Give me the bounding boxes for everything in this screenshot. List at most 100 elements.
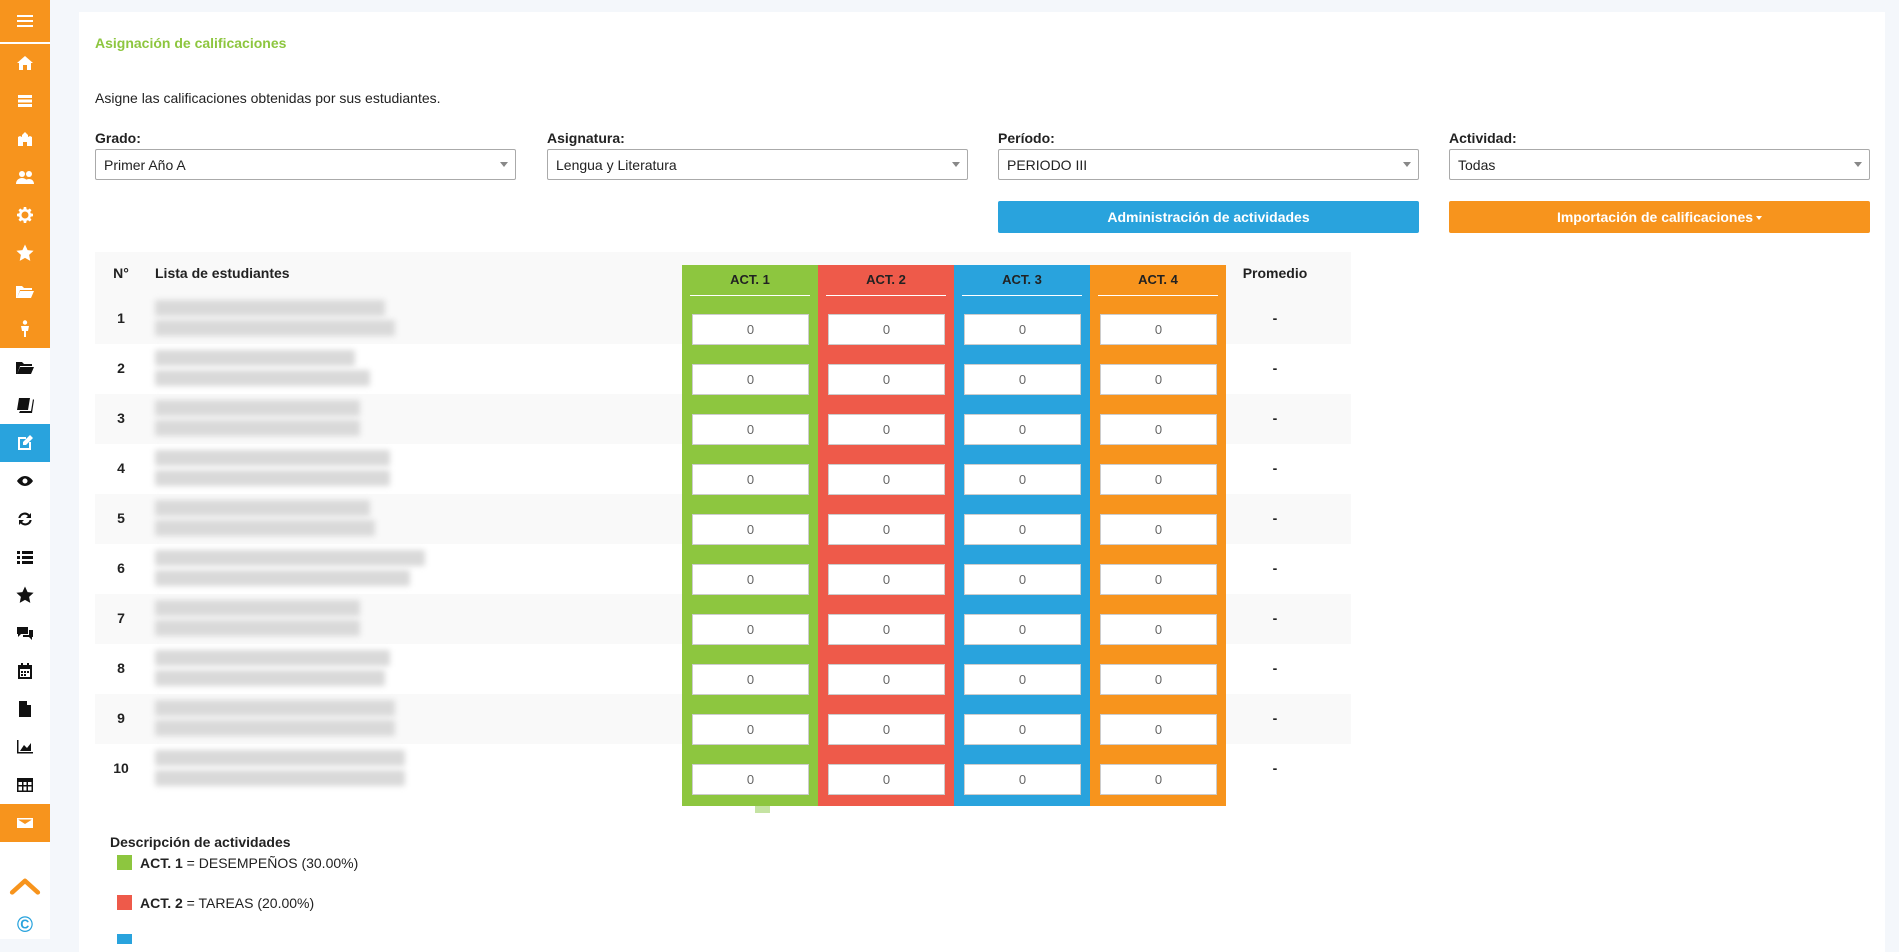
legend-code: ACT. 2 [140, 895, 183, 911]
legend-desc: = TAREAS (20.00%) [182, 895, 315, 911]
sidebar-item-gear[interactable] [0, 196, 50, 234]
grade-input[interactable]: 0 [1100, 714, 1217, 745]
activity-column-2: ACT. 2 0 0 0 0 0 0 0 0 0 0 [818, 265, 954, 806]
periodo-select[interactable]: PERIODO III [998, 149, 1419, 180]
grade-input[interactable]: 0 [964, 364, 1081, 395]
grade-input[interactable]: 0 [964, 664, 1081, 695]
activity-header: ACT. 3 [1002, 272, 1042, 287]
grade-input[interactable]: 0 [692, 314, 809, 345]
grade-input[interactable]: 0 [964, 764, 1081, 795]
row-number: 5 [117, 510, 125, 526]
grade-input[interactable]: 0 [964, 464, 1081, 495]
grade-input[interactable]: 0 [1100, 664, 1217, 695]
sidebar-item-folder-open[interactable] [0, 272, 50, 310]
grade-input[interactable]: 0 [828, 514, 945, 545]
asignatura-select[interactable]: Lengua y Literatura [547, 149, 968, 180]
activity-column-4: ACT. 4 0 0 0 0 0 0 0 0 0 0 [1090, 265, 1226, 806]
grade-input[interactable]: 0 [1100, 314, 1217, 345]
sidebar-item-edit[interactable] [0, 424, 50, 462]
grade-input[interactable]: 0 [828, 764, 945, 795]
student-name-blurred [155, 370, 370, 386]
student-name-blurred [155, 300, 385, 316]
grade-input[interactable]: 0 [1100, 414, 1217, 445]
sidebar-item-book[interactable] [0, 386, 50, 424]
sidebar-item-folder-open[interactable] [0, 348, 50, 386]
sidebar-item-envelope[interactable] [0, 804, 50, 842]
scroll-top-button[interactable] [0, 868, 50, 904]
grade-input[interactable]: 0 [964, 514, 1081, 545]
grade-input[interactable]: 0 [964, 314, 1081, 345]
sidebar-item-castle[interactable] [0, 120, 50, 158]
grade-input[interactable]: 0 [964, 564, 1081, 595]
grade-input[interactable]: 0 [692, 414, 809, 445]
grade-input[interactable]: 0 [828, 464, 945, 495]
row-average: - [1272, 710, 1278, 726]
student-name-blurred [155, 650, 390, 666]
grade-input[interactable]: 0 [828, 364, 945, 395]
sidebar-item-list[interactable] [0, 82, 50, 120]
sidebar-item-chart-area[interactable] [0, 728, 50, 766]
grade-input[interactable]: 0 [964, 614, 1081, 645]
periodo-label: Período: [998, 130, 1055, 146]
student-name-blurred [155, 620, 360, 636]
grade-input[interactable]: 0 [828, 414, 945, 445]
grade-input[interactable]: 0 [692, 464, 809, 495]
folder-open-icon [16, 286, 34, 298]
sidebar-item-comments[interactable] [0, 614, 50, 652]
sidebar-item-list-bullet[interactable] [0, 538, 50, 576]
castle-icon [18, 132, 32, 146]
grade-input[interactable]: 0 [1100, 364, 1217, 395]
caret-down-icon [1756, 216, 1763, 221]
sidebar-item-home[interactable] [0, 44, 50, 82]
grade-input[interactable]: 0 [692, 564, 809, 595]
legend-desc: = DESEMPEÑOS (30.00%) [182, 855, 359, 871]
asignatura-filter: Asignatura: Lengua y Literatura [547, 130, 968, 180]
grade-input[interactable]: 0 [692, 714, 809, 745]
sidebar-item-users[interactable] [0, 158, 50, 196]
periodo-filter: Período: PERIODO III [998, 130, 1419, 180]
sidebar-item-person[interactable] [0, 310, 50, 348]
grade-input[interactable]: 0 [692, 364, 809, 395]
grade-input[interactable]: 0 [692, 664, 809, 695]
admin-actividades-button[interactable]: Administración de actividades [998, 201, 1419, 233]
row-average: - [1272, 560, 1278, 576]
importacion-button[interactable]: Importación de calificaciones [1449, 201, 1870, 233]
grade-input[interactable]: 0 [964, 414, 1081, 445]
grade-input[interactable]: 0 [1100, 764, 1217, 795]
legend-title: Descripción de actividades [110, 834, 291, 850]
sidebar-item-eye[interactable] [0, 462, 50, 500]
actividad-select[interactable]: Todas [1449, 149, 1870, 180]
grade-input[interactable]: 0 [828, 614, 945, 645]
sidebar-item-calendar[interactable] [0, 652, 50, 690]
caret-down-icon [1854, 162, 1862, 167]
student-name-blurred [155, 400, 360, 416]
grade-input[interactable]: 0 [692, 514, 809, 545]
grade-input[interactable]: 0 [1100, 514, 1217, 545]
grade-input[interactable]: 0 [1100, 564, 1217, 595]
sidebar-item-refresh[interactable] [0, 500, 50, 538]
grade-input[interactable]: 0 [1100, 614, 1217, 645]
grade-input[interactable]: 0 [692, 614, 809, 645]
grade-input[interactable]: 0 [828, 314, 945, 345]
grade-input[interactable]: 0 [1100, 464, 1217, 495]
grado-select[interactable]: Primer Año A [95, 149, 516, 180]
grade-input[interactable]: 0 [692, 764, 809, 795]
activity-header: ACT. 2 [866, 272, 906, 287]
table-icon [17, 778, 33, 792]
sidebar-item-file[interactable] [0, 690, 50, 728]
row-number: 8 [117, 660, 125, 676]
grade-input[interactable]: 0 [828, 714, 945, 745]
grade-input[interactable]: 0 [828, 664, 945, 695]
student-name-blurred [155, 550, 425, 566]
sidebar-item-menu[interactable] [0, 0, 50, 42]
chart-area-icon [17, 740, 33, 754]
grade-input[interactable]: 0 [964, 714, 1081, 745]
student-name-blurred [155, 700, 395, 716]
sidebar-item-table[interactable] [0, 766, 50, 804]
color-swatch [117, 934, 132, 944]
sidebar-item-star[interactable] [0, 576, 50, 614]
grade-input[interactable]: 0 [828, 564, 945, 595]
sidebar-item-star[interactable] [0, 234, 50, 272]
book-icon [17, 398, 34, 413]
activity-column-1: ACT. 1 0 0 0 0 0 0 0 0 0 0 [682, 265, 818, 806]
